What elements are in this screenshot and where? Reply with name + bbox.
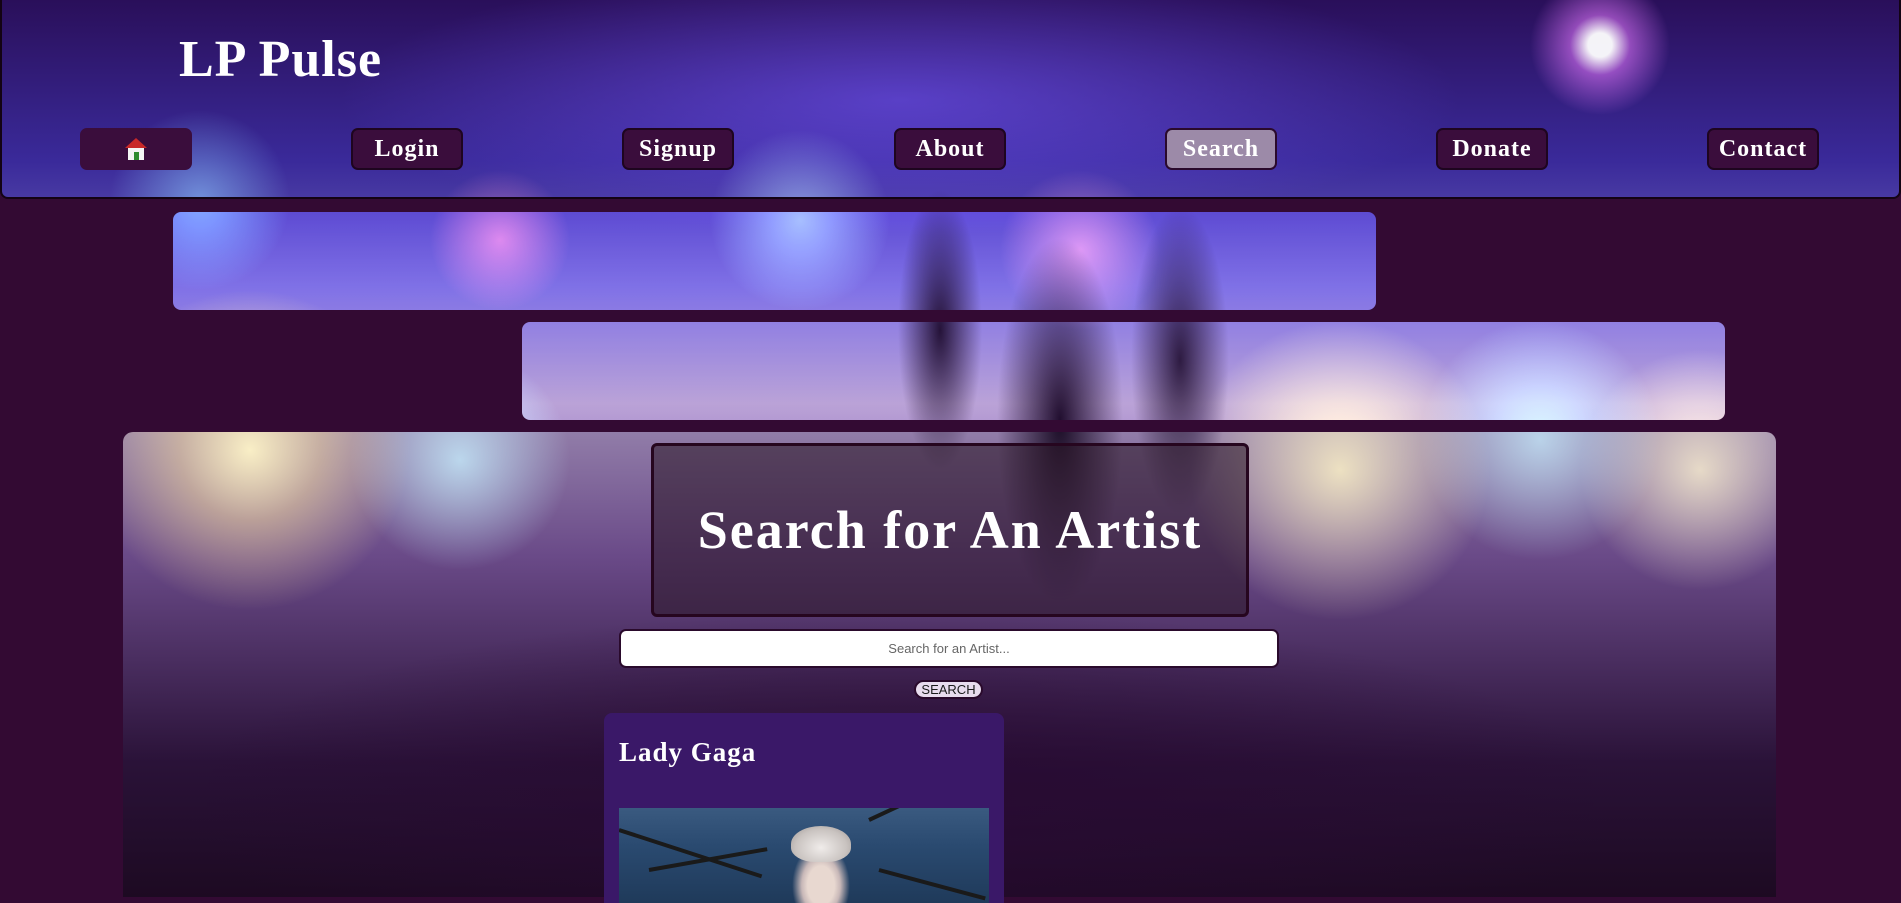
site-title[interactable]: LP Pulse bbox=[179, 30, 382, 89]
search-heading-box: Search for An Artist bbox=[651, 443, 1249, 617]
nav-search-button[interactable]: Search bbox=[1165, 128, 1277, 170]
main-nav: Login Signup About Search Donate Contact bbox=[2, 128, 1901, 174]
nav-home-button[interactable] bbox=[80, 128, 192, 170]
artist-photo[interactable] bbox=[619, 808, 989, 903]
search-heading: Search for An Artist bbox=[697, 500, 1203, 560]
site-header: LP Pulse Login Signup About Search Donat… bbox=[0, 0, 1901, 199]
search-button[interactable]: SEARCH bbox=[914, 680, 983, 699]
nav-about-button[interactable]: About bbox=[894, 128, 1006, 170]
artist-name[interactable]: Lady Gaga bbox=[619, 737, 756, 768]
nav-signup-button[interactable]: Signup bbox=[622, 128, 734, 170]
nav-donate-button[interactable]: Donate bbox=[1436, 128, 1548, 170]
home-icon bbox=[125, 138, 147, 160]
banner-strip-bottom bbox=[522, 322, 1725, 420]
nav-login-button[interactable]: Login bbox=[351, 128, 463, 170]
artist-search-input[interactable] bbox=[619, 629, 1279, 668]
artist-result-card[interactable]: Lady Gaga bbox=[604, 713, 1004, 903]
banner-strip-top bbox=[173, 212, 1376, 310]
nav-contact-button[interactable]: Contact bbox=[1707, 128, 1819, 170]
